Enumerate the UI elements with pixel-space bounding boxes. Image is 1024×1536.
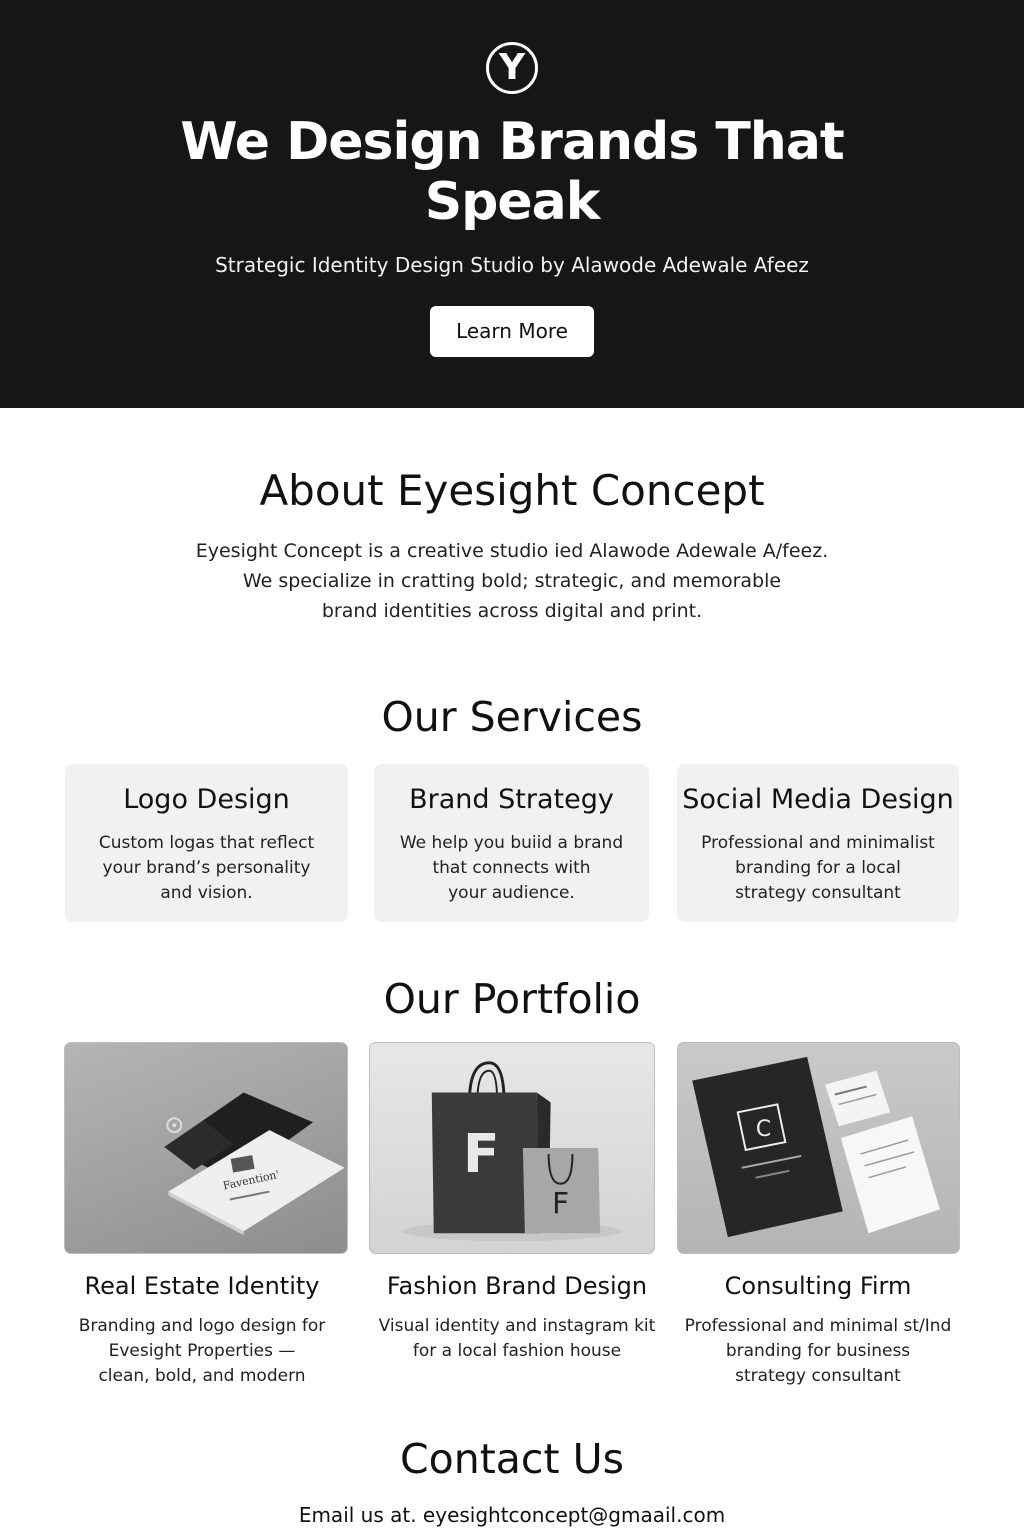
service-card-line: We help you buiid a brand [399,833,624,853]
hero-title-line2: Speak [424,172,601,232]
portfolio-title: Our Portfolio [383,975,641,1023]
brand-logo-letter: Y [498,47,526,88]
service-card-line: your brand’s personality [102,858,311,878]
portfolio-title-fashion: Fashion Brand Design [386,1272,648,1300]
envelope-card-mockup-icon: Favention' [164,1092,345,1236]
portfolio-line: Professional and minimal st/Ind [684,1316,952,1336]
service-card-line: branding for a local [735,858,901,878]
hero-title-line1: We Design Brands That [180,112,845,172]
portfolio-line: clean, bold, and modern [98,1366,306,1386]
about-title: About Eyesight Concept [259,466,765,515]
portfolio-title-real-estate: Real Estate Identity [84,1272,320,1300]
portfolio-title-consulting: Consulting Firm [724,1272,912,1300]
services-title: Our Services [381,693,643,741]
service-card-social-media-design[interactable]: Social Media Design Professional and min… [677,764,959,922]
hero-title: We Design Brands That Speak [0,112,1024,232]
portfolio-line: Branding and logo design for [78,1316,326,1336]
about-text: Eyesight Concept is a creative studio ie… [0,536,1024,626]
contact-title: Contact Us [400,1435,624,1483]
service-card-line: strategy consultant [735,883,901,903]
service-card-description: We help you buiid a brand that connects … [374,831,649,906]
hero-section: Y We Design Brands That Speak Strategic … [0,0,1024,408]
hero-subtitle: Strategic Identity Design Studio by Alaw… [215,253,809,277]
portfolio-image-fashion[interactable]: F F [369,1042,655,1254]
bag-letter-large: F [463,1122,500,1185]
service-card-line: and vision. [160,883,253,903]
portfolio-line: Evesight Properties — [108,1341,296,1361]
portfolio-description-real-estate: Branding and logo design for Evesight Pr… [47,1314,357,1389]
learn-more-button[interactable]: Learn More [430,306,594,357]
service-card-logo-design[interactable]: Logo Design Custom logas that reflect yo… [65,764,348,922]
service-card-title: Logo Design [123,784,290,815]
service-card-brand-strategy[interactable]: Brand Strategy We help you buiid a brand… [374,764,649,922]
service-card-description: Custom logas that reflect your brand’s p… [65,831,348,906]
portfolio-description-fashion: Visual identity and instagram kit for a … [362,1314,672,1364]
brand-logo-icon: Y [486,42,538,94]
portfolio-description-consulting: Professional and minimal st/Ind branding… [663,1314,973,1389]
shopping-bags-icon: F F [403,1061,621,1242]
portfolio-line: branding for business [725,1341,911,1361]
contact-email[interactable]: Email us at. eyesightconcept@gmaail.com [0,1502,1024,1528]
folder-letter: C [756,1117,771,1142]
portfolio-line: for a local fashion house [412,1341,622,1361]
portfolio-image-real-estate[interactable]: Favention' [64,1042,348,1254]
portfolio-line: Visual identity and instagram kit [378,1316,656,1336]
portfolio-image-consulting[interactable]: C [677,1042,960,1254]
stationery-folder-icon: C [692,1056,940,1238]
bag-letter-small: F [552,1186,569,1221]
portfolio-line: strategy consultant [735,1366,901,1386]
about-line: Eyesight Concept is a creative studio ie… [195,540,829,562]
service-card-title: Brand Strategy [409,784,614,815]
about-line: We specialize in cratting bold; strategi… [242,570,782,592]
service-card-line: Custom logas that reflect [98,833,315,853]
about-line: brand identities across digital and prin… [321,600,703,622]
service-card-line: Professional and minimalist [701,833,935,853]
service-card-line: your audience. [448,883,575,903]
service-card-title: Social Media Design [682,784,954,815]
service-card-line: that connects with [432,858,591,878]
service-card-description: Professional and minimalist branding for… [677,831,959,906]
